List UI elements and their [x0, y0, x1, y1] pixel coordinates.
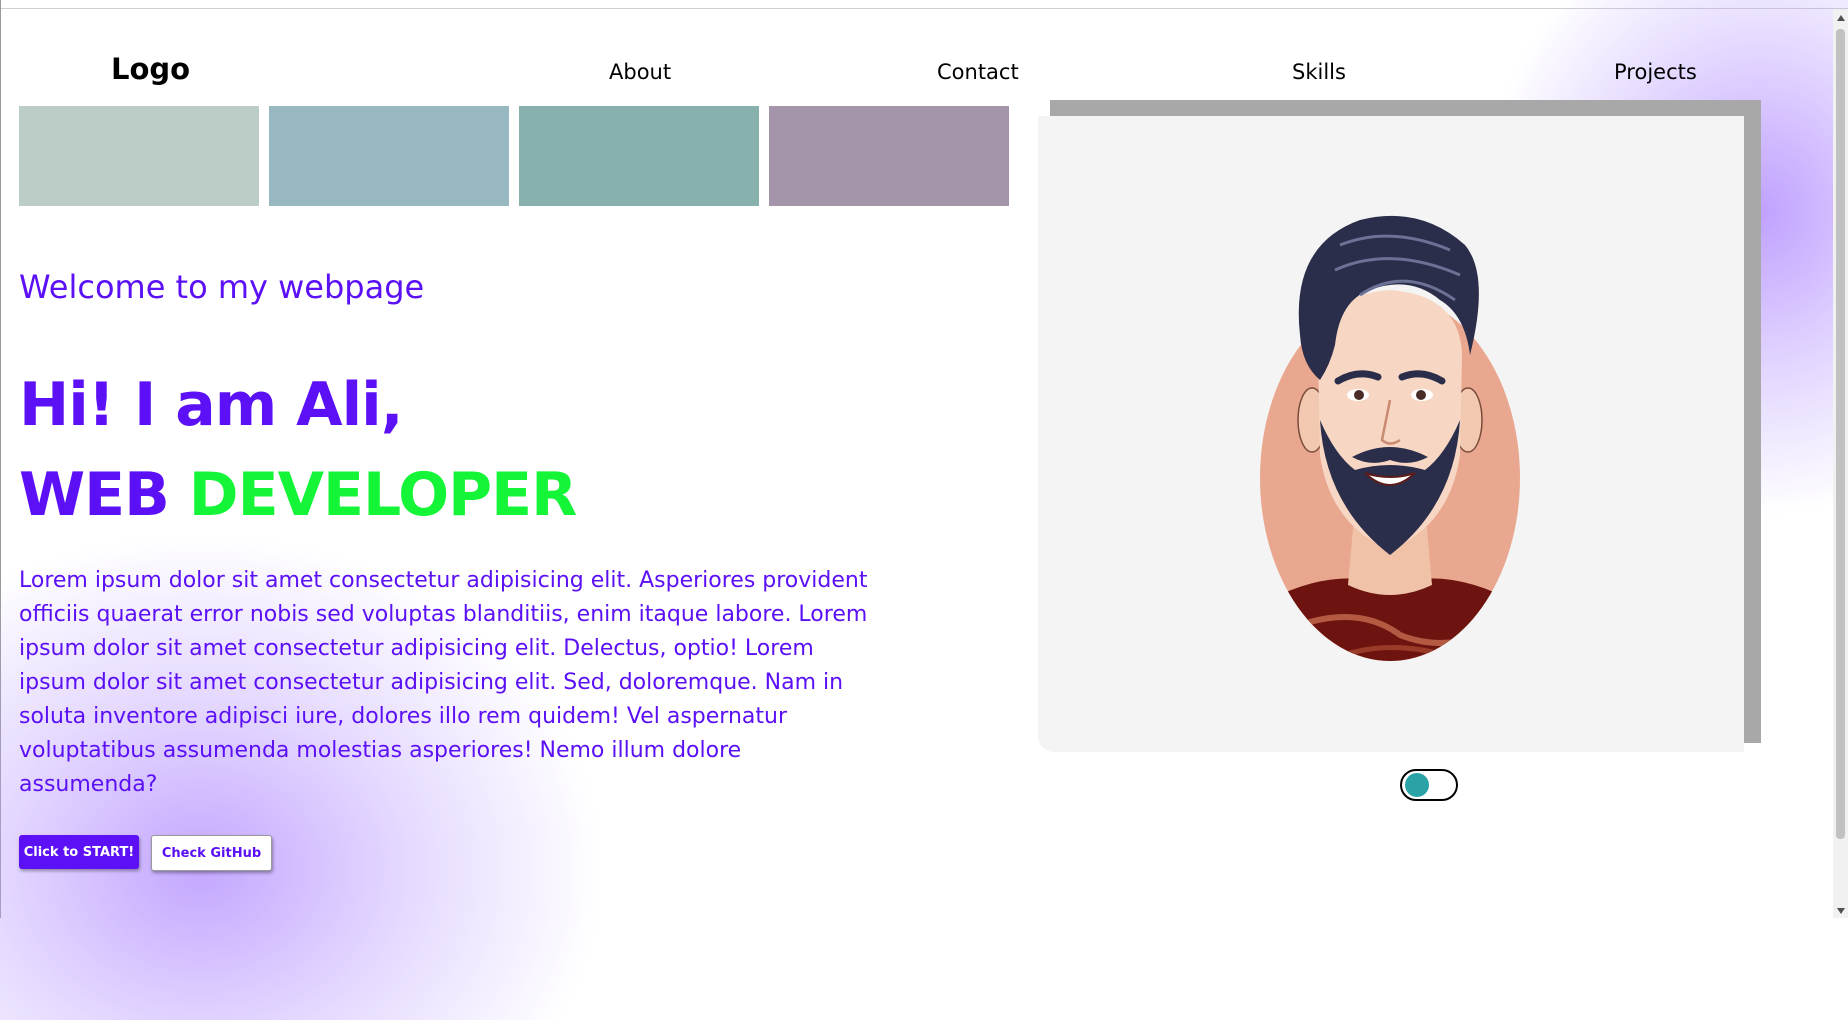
github-button[interactable]: Check GitHub — [151, 835, 272, 871]
welcome-heading: Welcome to my webpage — [19, 268, 425, 306]
scrollbar-thumb[interactable] — [1836, 29, 1845, 839]
color-swatch-3 — [519, 106, 759, 206]
page-scrollbar[interactable] — [1833, 9, 1848, 918]
role-heading: WEB DEVELOPER — [19, 460, 577, 530]
role-first-word: WEB — [19, 460, 170, 530]
theme-toggle[interactable] — [1400, 769, 1458, 801]
site-logo[interactable]: Logo — [111, 52, 190, 86]
nav-about[interactable]: About — [609, 60, 671, 84]
intro-paragraph: Lorem ipsum dolor sit amet consectetur a… — [19, 568, 868, 797]
cartoon-man-avatar-icon — [1260, 215, 1520, 661]
scroll-down-arrow-icon[interactable] — [1837, 908, 1845, 914]
nav-skills[interactable]: Skills — [1292, 60, 1346, 84]
role-second-word: DEVELOPER — [188, 460, 577, 530]
scroll-up-arrow-icon[interactable] — [1837, 15, 1845, 21]
color-swatch-4 — [769, 106, 1009, 206]
color-swatch-1 — [19, 106, 259, 206]
greeting-heading: Hi! I am Ali, — [19, 370, 404, 440]
nav-projects[interactable]: Projects — [1614, 60, 1697, 84]
start-button[interactable]: Click to START! — [19, 835, 139, 869]
color-swatch-2 — [269, 106, 509, 206]
toggle-knob-icon — [1405, 773, 1429, 797]
nav-contact[interactable]: Contact — [937, 60, 1019, 84]
